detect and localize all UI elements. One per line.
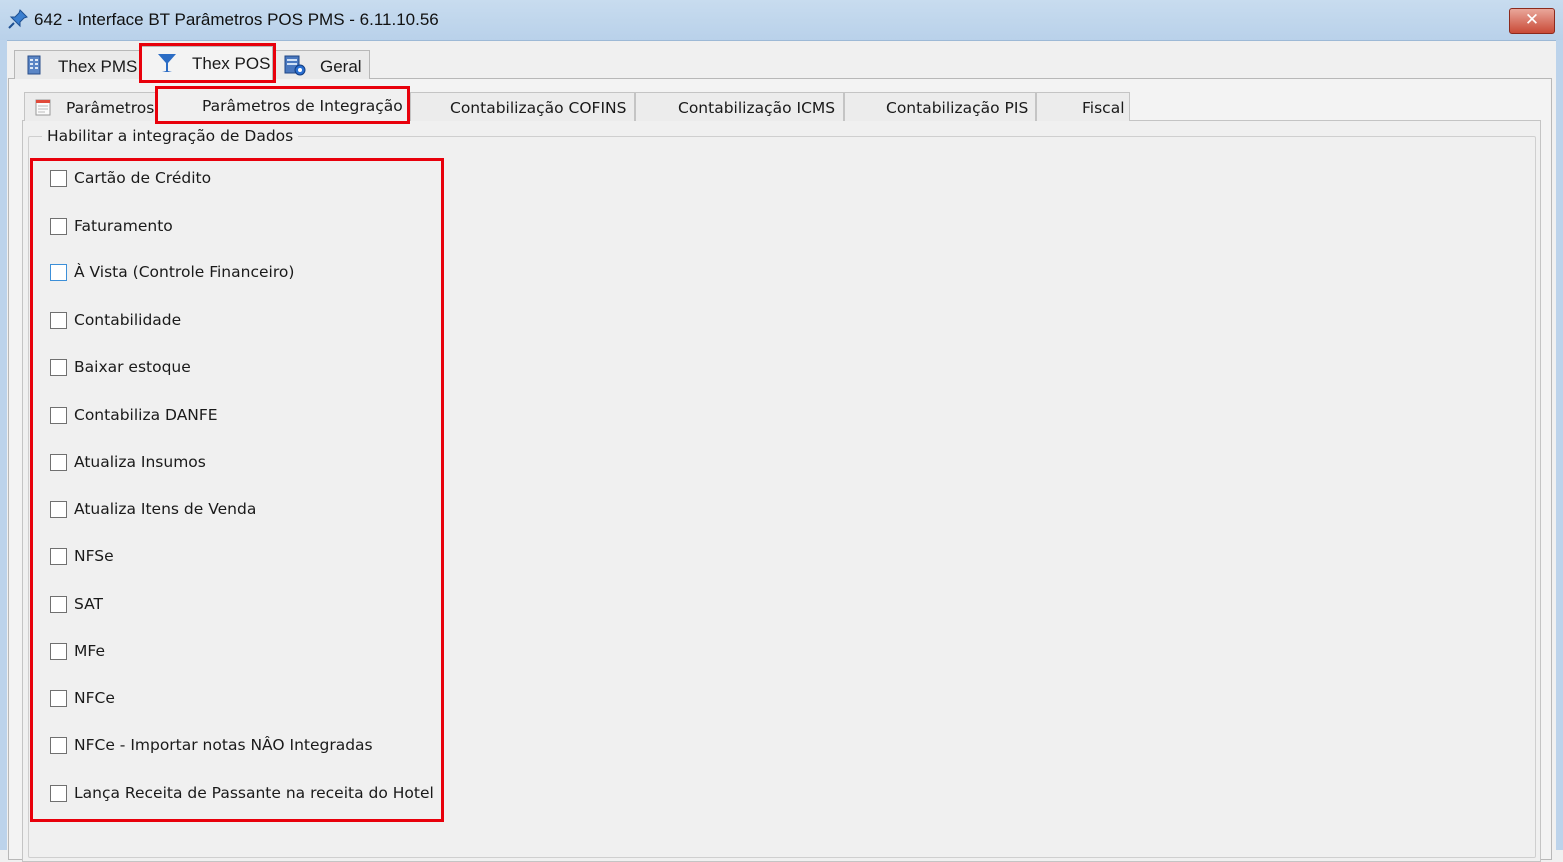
notepad-icon bbox=[35, 99, 51, 116]
window-frame-right bbox=[1556, 40, 1563, 850]
tab-geral[interactable]: Geral bbox=[274, 50, 370, 79]
tab-contabilizacao-icms[interactable]: Contabilização ICMS bbox=[635, 92, 844, 121]
tab-thex-pms[interactable]: Thex PMS bbox=[14, 50, 140, 79]
tab-label: Geral bbox=[320, 57, 362, 76]
pushpin-icon bbox=[8, 9, 28, 29]
tab-label: Parâmetros bbox=[66, 99, 155, 117]
tab-label: Thex PMS bbox=[58, 57, 138, 76]
tab-label: Fiscal bbox=[1082, 99, 1125, 117]
tab-parametros[interactable]: Parâmetros bbox=[24, 92, 156, 121]
highlight-parametros-integracao-tab bbox=[155, 86, 410, 124]
close-button[interactable]: ✕ bbox=[1509, 8, 1555, 34]
window-title: 642 - Interface BT Parâmetros POS PMS - … bbox=[34, 10, 439, 29]
tab-label: Contabilização PIS bbox=[886, 99, 1029, 117]
tab-contabilizacao-pis[interactable]: Contabilização PIS bbox=[844, 92, 1036, 121]
groupbox-title: Habilitar a integração de Dados bbox=[42, 127, 299, 145]
tab-label: Contabilização ICMS bbox=[678, 99, 836, 117]
tab-contabilizacao-cofins[interactable]: Contabilização COFINS bbox=[410, 92, 635, 121]
highlight-thex-pos-tab bbox=[139, 43, 276, 83]
highlight-checkbox-list bbox=[30, 158, 444, 822]
building-icon bbox=[27, 55, 41, 75]
title-bar: 642 - Interface BT Parâmetros POS PMS - … bbox=[0, 0, 1563, 41]
window-frame-left bbox=[0, 40, 7, 850]
tab-fiscal[interactable]: Fiscal bbox=[1036, 92, 1130, 121]
settings-doc-icon bbox=[284, 55, 306, 76]
tab-label: Contabilização COFINS bbox=[450, 99, 627, 117]
